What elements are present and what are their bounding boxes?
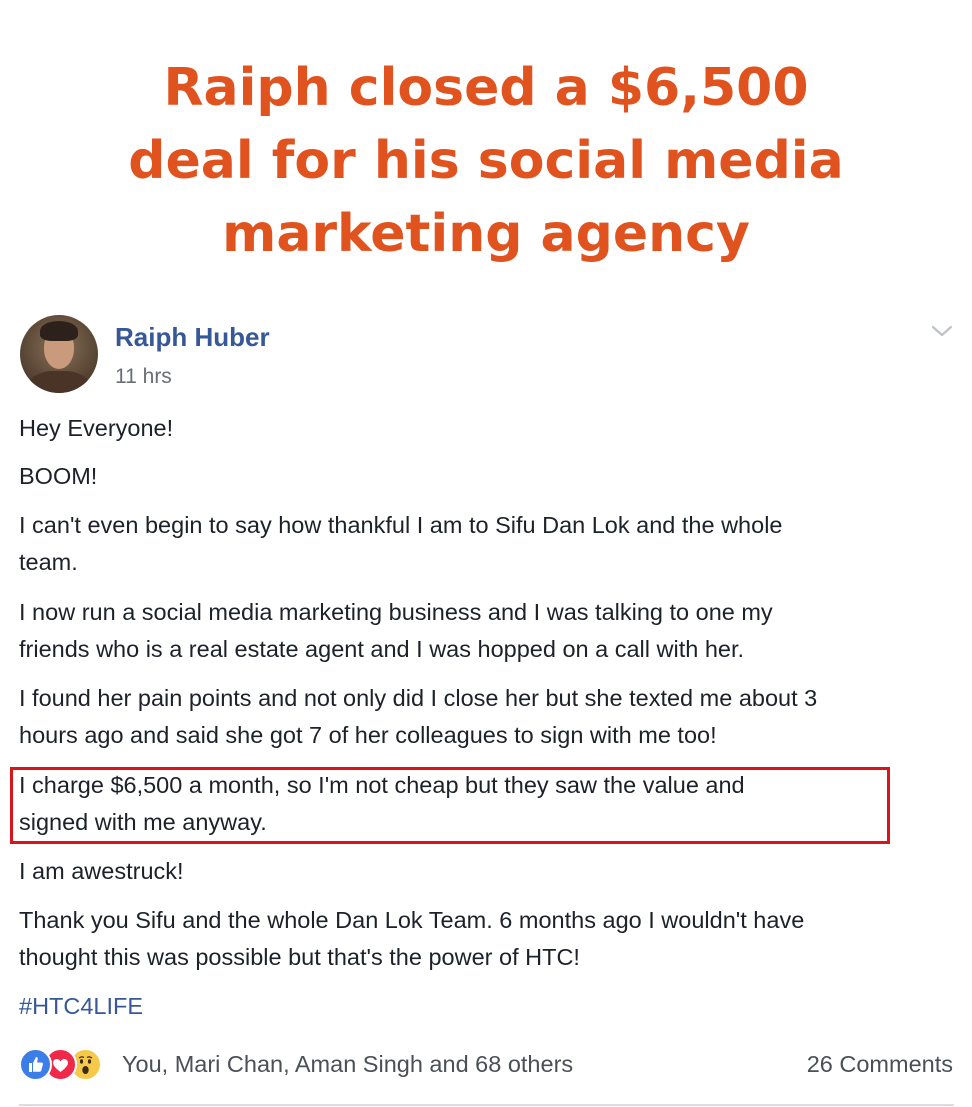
post-line: I am awestruck! [19,858,184,884]
post-line: I can't even begin to say how thankful I… [19,512,783,538]
post-paragraph: Thank you Sifu and the whole Dan Lok Tea… [19,902,959,976]
post-paragraph: I can't even begin to say how thankful I… [19,507,959,581]
reaction-names[interactable]: You, Mari Chan, Aman Singh and 68 others [122,1046,573,1082]
post-line: BOOM! [19,463,98,489]
reactions-summary[interactable]: You, Mari Chan, Aman Singh and 68 others [19,1046,619,1082]
headline-line: Raiph closed a $6,500 [163,58,809,118]
post-paragraph: I am awestruck! [19,853,959,890]
headline-line: marketing agency [222,204,750,264]
post-timestamp[interactable]: 11 hrs [115,365,172,389]
post-line: I now run a social media marketing busin… [19,599,773,625]
post-paragraph: I now run a social media marketing busin… [19,594,959,668]
comments-count-link[interactable]: 26 Comments [807,1046,953,1082]
headline-line: deal for his social media [128,131,844,191]
post-line: team. [19,549,78,575]
highlight-box [10,767,890,844]
divider [19,1104,954,1106]
avatar[interactable] [20,315,98,393]
post-line: hours ago and said she got 7 of her coll… [19,722,717,748]
author-name[interactable]: Raiph Huber [115,322,270,353]
chevron-down-icon[interactable] [930,323,954,339]
like-icon [19,1048,52,1081]
post-line: I found her pain points and not only did… [19,685,818,711]
hashtag-link[interactable]: #HTC4LIFE [19,988,143,1025]
post-header: Raiph Huber 11 hrs [20,315,960,395]
post-paragraph: BOOM! [19,458,959,495]
post-line: Hey Everyone! [19,415,174,441]
post-line: Thank you Sifu and the whole Dan Lok Tea… [19,907,805,933]
avatar-hair [40,321,78,341]
post-line: thought this was possible but that's the… [19,944,580,970]
avatar-shirt [28,371,90,393]
post-paragraph: I found her pain points and not only did… [19,680,959,754]
post-paragraph: Hey Everyone! [19,410,959,447]
headline: Raiph closed a $6,500 deal for his socia… [0,52,972,271]
post-line: friends who is a real estate agent and I… [19,636,745,662]
